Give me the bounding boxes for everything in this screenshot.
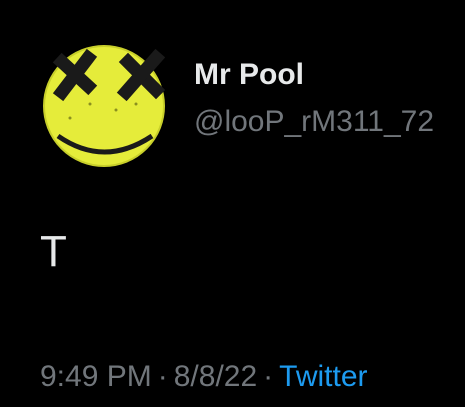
user-handle[interactable]: @looP_rM311_72: [194, 105, 434, 139]
tweet-date[interactable]: 8/8/22: [174, 360, 257, 393]
tweet-time[interactable]: 9:49 PM: [40, 360, 152, 393]
avatar[interactable]: [40, 40, 168, 168]
tweet-card: Mr Pool @looP_rM311_72 T 9:49 PM · 8/8/22 ·…: [0, 0, 465, 407]
tweet-text: T: [40, 227, 67, 276]
display-name[interactable]: Mr Pool: [194, 58, 304, 92]
tweet-source-link[interactable]: Twitter: [279, 360, 367, 393]
dead-smiley-face-icon: [43, 45, 166, 167]
separator-dot: ·: [263, 360, 274, 393]
tweet-metadata: 9:49 PM · 8/8/22 · Twitter: [40, 360, 368, 394]
separator-dot: ·: [157, 360, 168, 393]
